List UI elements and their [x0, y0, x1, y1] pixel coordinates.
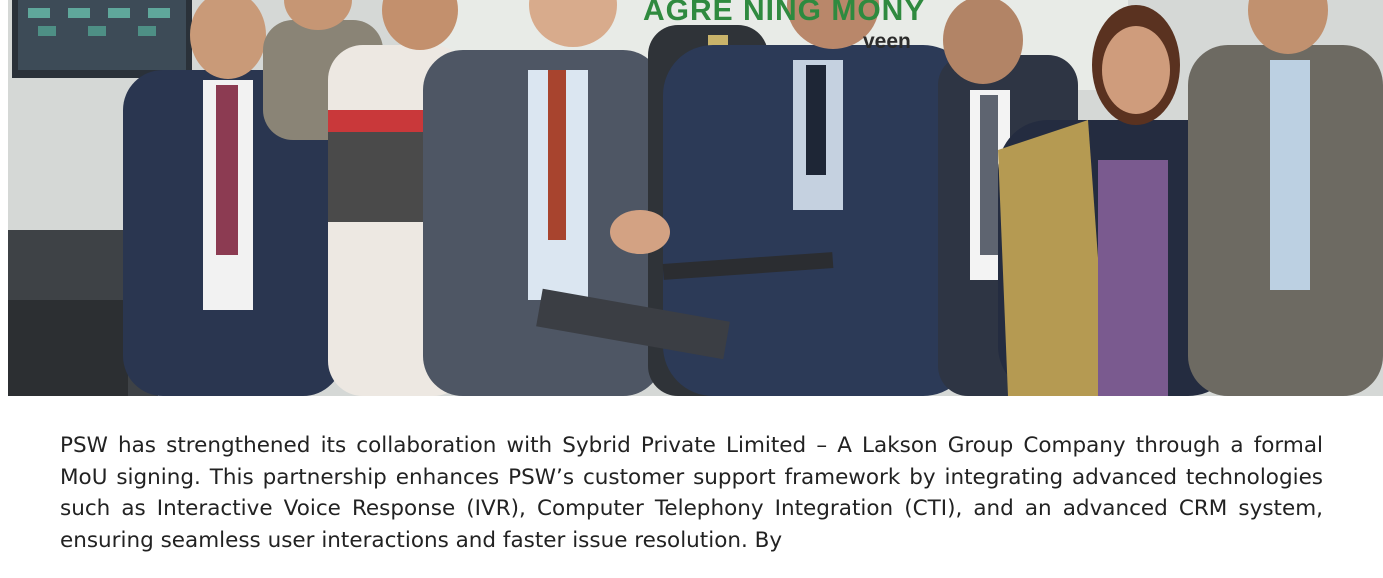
article-page: AGRE NING MONY veen PSW has strengthened… [0, 0, 1383, 578]
ceremony-banner-text: AGRE NING MONY [643, 0, 926, 27]
signing-ceremony-photo: AGRE NING MONY veen [8, 0, 1383, 396]
article-paragraph: PSW has strengthened its collaboration w… [60, 433, 1323, 553]
ceremony-banner-subtext: veen [863, 30, 911, 53]
